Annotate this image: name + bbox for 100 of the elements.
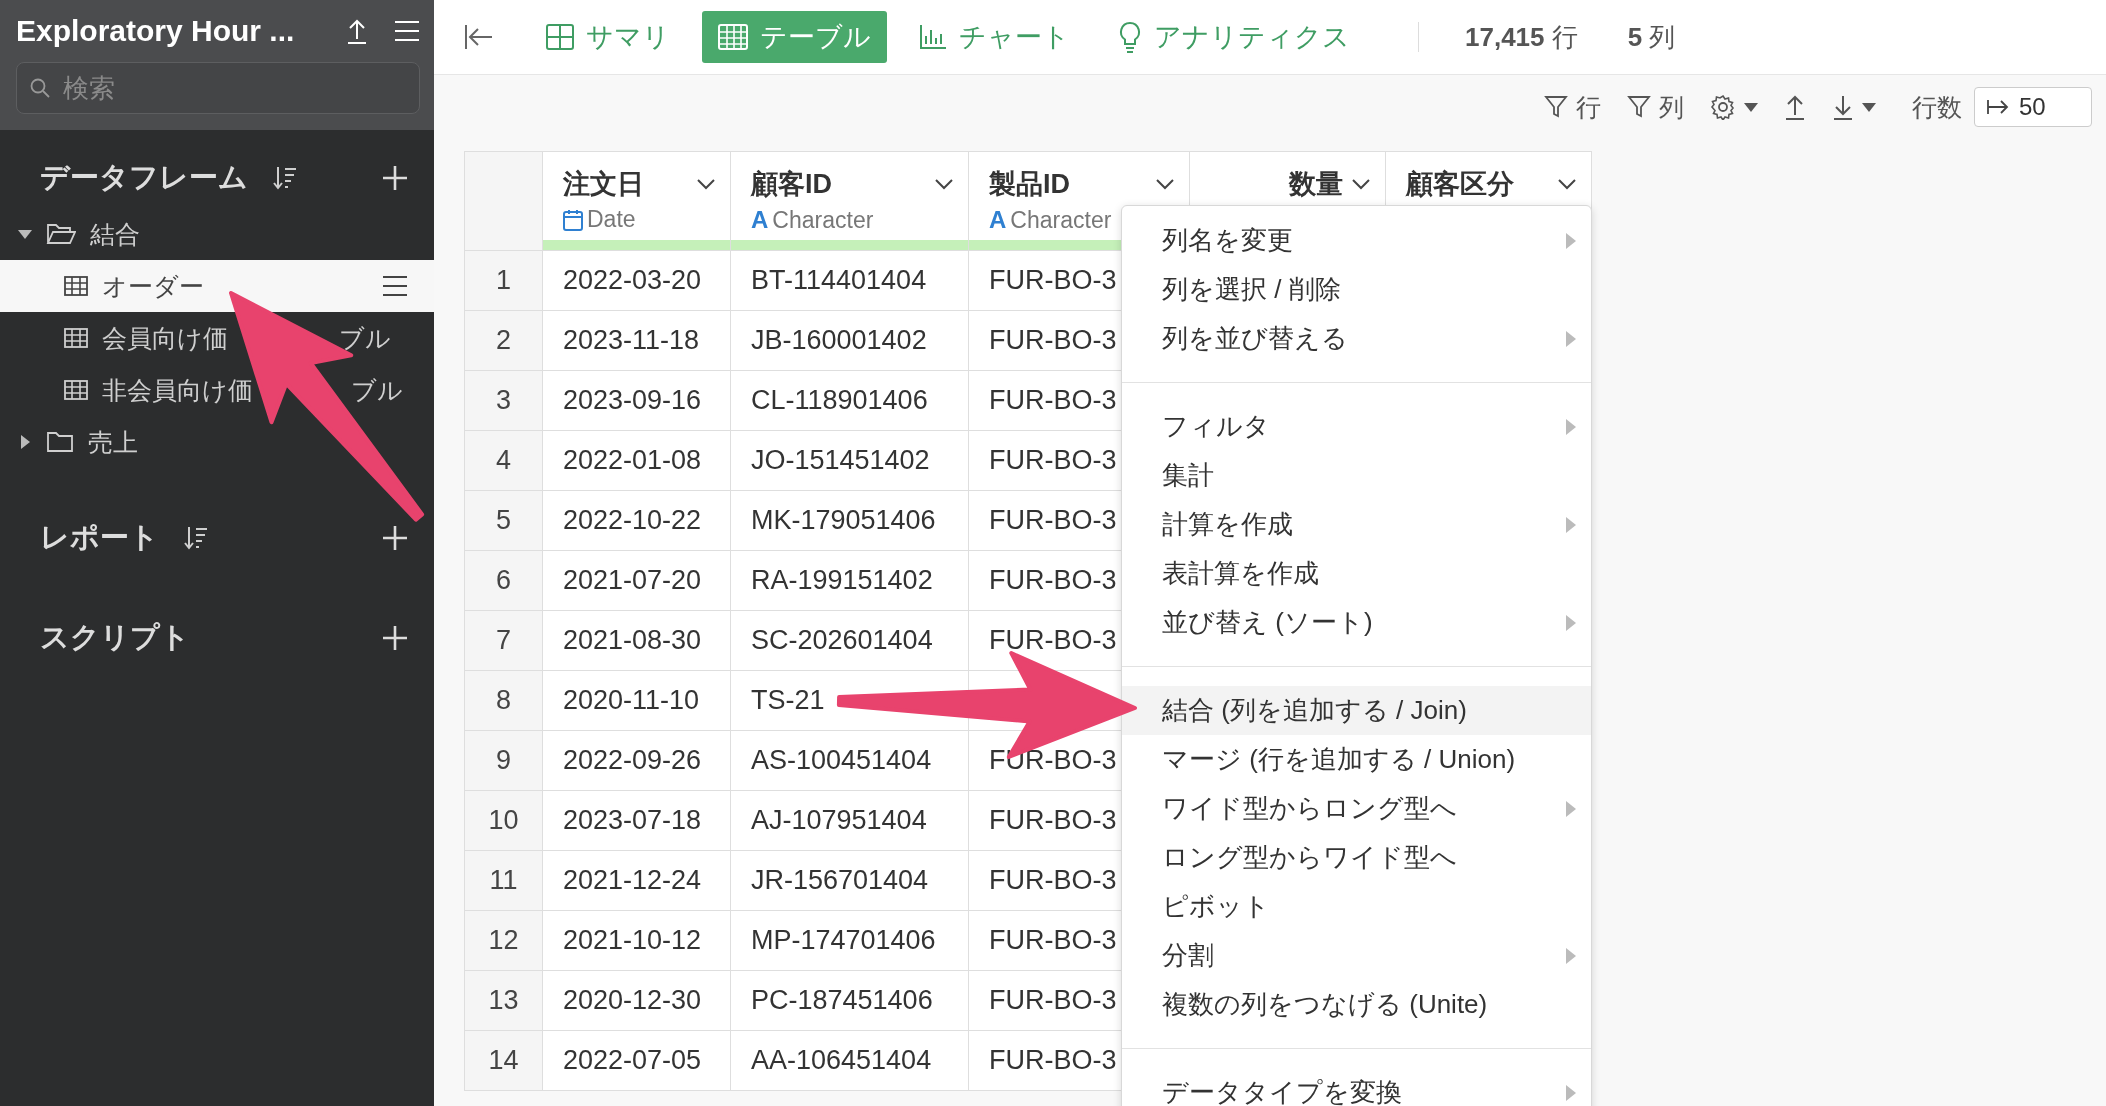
table-cell: RA-199151402 bbox=[730, 550, 969, 611]
table-cell: BT-114401404 bbox=[730, 250, 969, 311]
table-cell: AA-106451404 bbox=[730, 1030, 969, 1091]
caret-icon[interactable] bbox=[1862, 102, 1876, 112]
table-icon bbox=[64, 380, 88, 400]
submenu-arrow-icon bbox=[1565, 946, 1577, 965]
caret-icon[interactable] bbox=[1744, 102, 1758, 112]
submenu-arrow-icon bbox=[1565, 231, 1577, 250]
table-cell: PC-187451406 bbox=[730, 970, 969, 1031]
search-field[interactable]: 検索 bbox=[16, 62, 420, 114]
table-cell: SC-202601404 bbox=[730, 610, 969, 671]
item-label: ブル bbox=[351, 374, 403, 406]
submenu-arrow-icon bbox=[1565, 799, 1577, 818]
row-number: 11 bbox=[464, 850, 543, 911]
item-label: 会員向け価 bbox=[102, 322, 228, 354]
menu-icon[interactable] bbox=[394, 20, 420, 42]
chevron-down-icon[interactable] bbox=[1155, 178, 1175, 190]
item-label: 非会員向け価 bbox=[102, 374, 253, 406]
column-header[interactable]: 顧客ID bbox=[751, 166, 926, 202]
table-cell: 2022-09-26 bbox=[542, 730, 731, 791]
table-cell: 2023-11-18 bbox=[542, 310, 731, 371]
sidebar-item[interactable]: 会員向け価 ブル bbox=[0, 312, 434, 364]
row-limit-field[interactable]: 50 bbox=[1974, 87, 2092, 127]
arrow-right-icon bbox=[1986, 98, 2010, 116]
type-mark: A bbox=[989, 206, 1007, 234]
table-cell: MK-179051406 bbox=[730, 490, 969, 551]
expand-triangle-icon[interactable] bbox=[18, 227, 32, 241]
row-number: 1 bbox=[464, 250, 543, 311]
filter-button[interactable]: 列 bbox=[1627, 90, 1684, 124]
submenu-arrow-icon bbox=[1565, 1083, 1577, 1102]
table-cell: 2021-10-12 bbox=[542, 910, 731, 971]
table-cell: 2022-03-20 bbox=[542, 250, 731, 311]
item-label: ブル bbox=[338, 322, 391, 354]
row-number: 2 bbox=[464, 310, 543, 371]
submenu-arrow-icon bbox=[1565, 329, 1577, 348]
row-number: 7 bbox=[464, 610, 543, 671]
table-cell: 2023-09-16 bbox=[542, 370, 731, 431]
chevron-down-icon[interactable] bbox=[696, 178, 716, 190]
submenu-arrow-icon bbox=[1565, 515, 1577, 534]
sort-icon[interactable] bbox=[183, 525, 209, 551]
sidebar-item[interactable]: 非会員向け価 ブル bbox=[0, 364, 434, 416]
table-cell: 2021-07-20 bbox=[542, 550, 731, 611]
column-type: Date bbox=[587, 206, 636, 233]
table-icon bbox=[64, 276, 88, 296]
submenu-arrow-icon bbox=[1565, 417, 1577, 436]
download-icon[interactable] bbox=[1832, 94, 1854, 120]
filter-button[interactable]: 行 bbox=[1544, 90, 1601, 124]
chevron-down-icon[interactable] bbox=[1557, 178, 1577, 190]
column-header[interactable]: 製品ID bbox=[989, 166, 1147, 202]
folder-item[interactable]: 売上 bbox=[0, 416, 434, 468]
settings-icon[interactable] bbox=[1710, 94, 1736, 120]
folder-item[interactable]: 結合 bbox=[0, 208, 434, 260]
table-cell: 2021-12-24 bbox=[542, 850, 731, 911]
table-icon bbox=[64, 328, 88, 348]
column-header[interactable]: 数量 bbox=[1289, 166, 1343, 202]
section-title: データフレーム bbox=[40, 160, 248, 195]
submenu-arrow-icon bbox=[1565, 613, 1577, 632]
table-cell: 2021-08-30 bbox=[542, 610, 731, 671]
chevron-down-icon[interactable] bbox=[934, 178, 954, 190]
calendar-icon bbox=[563, 208, 583, 231]
grid-icon bbox=[546, 24, 574, 50]
sort-icon[interactable] bbox=[272, 165, 298, 191]
menu-item[interactable]: 結合 (列を追加する / Join) bbox=[1122, 686, 1591, 735]
sidebar-item[interactable]: オーダー bbox=[0, 260, 434, 312]
count-label: 5 列 bbox=[1627, 20, 1676, 54]
row-limit-label: 行数 bbox=[1912, 91, 1962, 123]
chevron-down-icon[interactable] bbox=[1351, 178, 1371, 190]
row-number: 5 bbox=[464, 490, 543, 551]
add-icon[interactable] bbox=[382, 165, 408, 191]
table-cell: AJ-107951404 bbox=[730, 790, 969, 851]
row-number: 9 bbox=[464, 730, 543, 791]
row-number: 12 bbox=[464, 910, 543, 971]
table-cell: MP-174701406 bbox=[730, 910, 969, 971]
row-number: 14 bbox=[464, 1030, 543, 1091]
add-icon[interactable] bbox=[382, 625, 408, 651]
column-type: Character bbox=[1010, 206, 1112, 234]
search-icon bbox=[30, 78, 50, 98]
upload-icon[interactable] bbox=[1784, 94, 1806, 120]
table-cell: AS-100451404 bbox=[730, 730, 969, 791]
table-cell: 2023-07-18 bbox=[542, 790, 731, 851]
folder-icon bbox=[46, 223, 76, 245]
table-cell: JB-160001402 bbox=[730, 310, 969, 371]
item-menu-icon[interactable] bbox=[382, 275, 408, 297]
table-icon bbox=[718, 24, 748, 50]
row-number: 10 bbox=[464, 790, 543, 851]
collapse-sidebar-icon[interactable] bbox=[464, 24, 494, 50]
folder-icon bbox=[46, 431, 74, 453]
table-cell: 2022-10-22 bbox=[542, 490, 731, 551]
table-cell: 2020-11-10 bbox=[542, 670, 731, 731]
collapse-triangle-icon[interactable] bbox=[18, 435, 32, 449]
row-number: 4 bbox=[464, 430, 543, 491]
bar-chart-icon bbox=[919, 24, 947, 50]
column-header[interactable]: 注文日 bbox=[563, 166, 688, 202]
count-label: 17,415 行 bbox=[1465, 20, 1578, 54]
section-title: レポート bbox=[40, 520, 159, 555]
table-cell: 2020-12-30 bbox=[542, 970, 731, 1031]
filter-icon bbox=[1627, 95, 1651, 119]
add-icon[interactable] bbox=[382, 525, 408, 551]
table-cell: JO-151451402 bbox=[730, 430, 969, 491]
filter-icon bbox=[1544, 95, 1568, 119]
